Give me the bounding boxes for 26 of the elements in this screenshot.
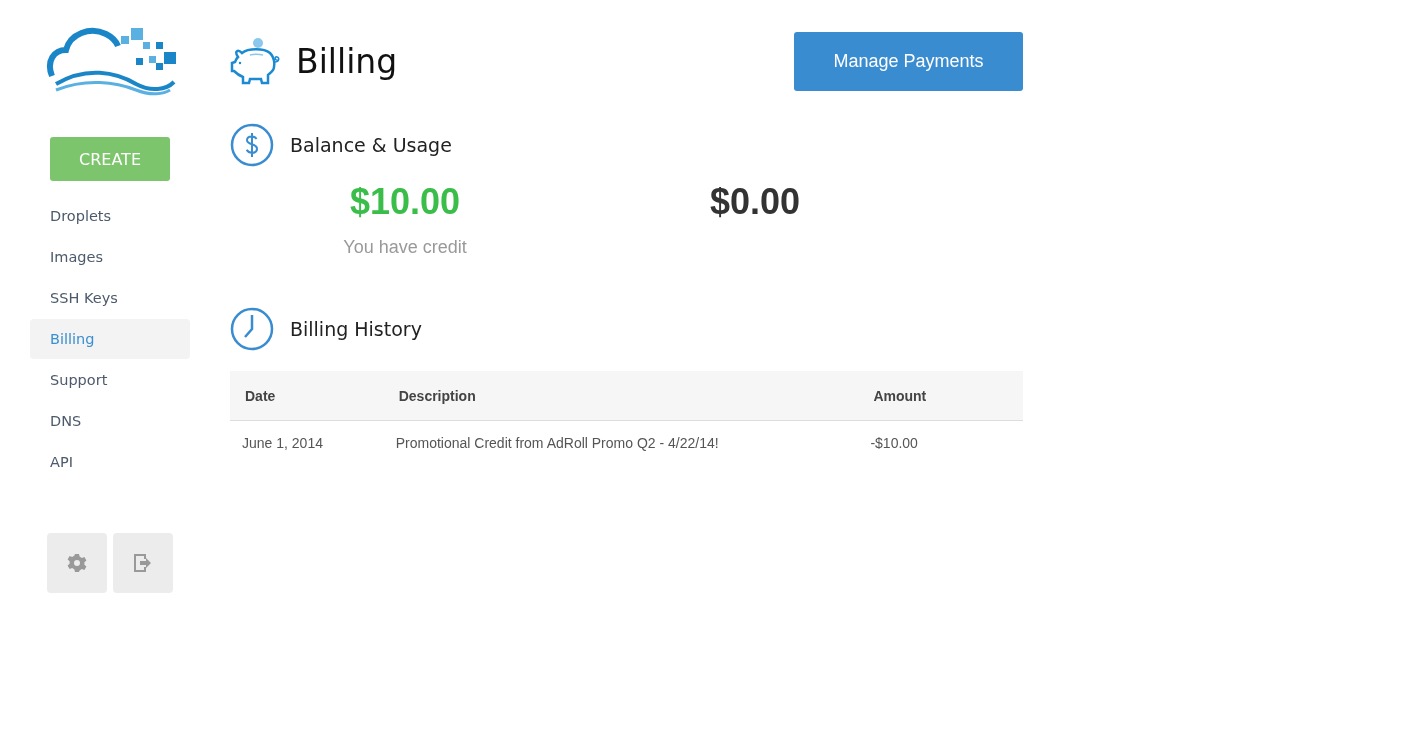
sidebar-item[interactable]: DNS [30,401,190,441]
logout-button[interactable] [113,533,173,593]
balance-caption: You have credit [343,237,467,258]
table-cell: Promotional Credit from AdRoll Promo Q2 - 4/22/14! [383,420,859,465]
column-header: Amount [858,371,1023,421]
table-cell: -$10.00 [858,420,1023,465]
clock-icon [230,307,274,351]
section-heading: Billing History [290,318,422,340]
logout-icon [133,553,153,573]
dollar-circle-icon [230,123,274,167]
column-header: Date [230,371,384,421]
sidebar-item[interactable]: Support [30,360,190,400]
sidebar-item[interactable]: Images [30,237,190,277]
manage-payments-button[interactable]: Manage Payments [794,32,1023,91]
settings-icon [67,553,87,573]
section-heading: Balance & Usage [290,134,452,156]
column-header: Description [383,371,859,421]
sidebar-item[interactable]: SSH Keys [30,278,190,318]
table-cell: June 1, 2014 [230,420,384,465]
balance-amount: $0.00 [709,181,801,223]
balance-amount: $10.00 [349,181,461,223]
page-title: Billing [296,42,398,81]
cloud-logo-icon [46,26,176,96]
sidebar-item[interactable]: Droplets [30,196,190,236]
sidebar-item[interactable]: API [30,442,190,482]
settings-button[interactable] [47,533,107,593]
